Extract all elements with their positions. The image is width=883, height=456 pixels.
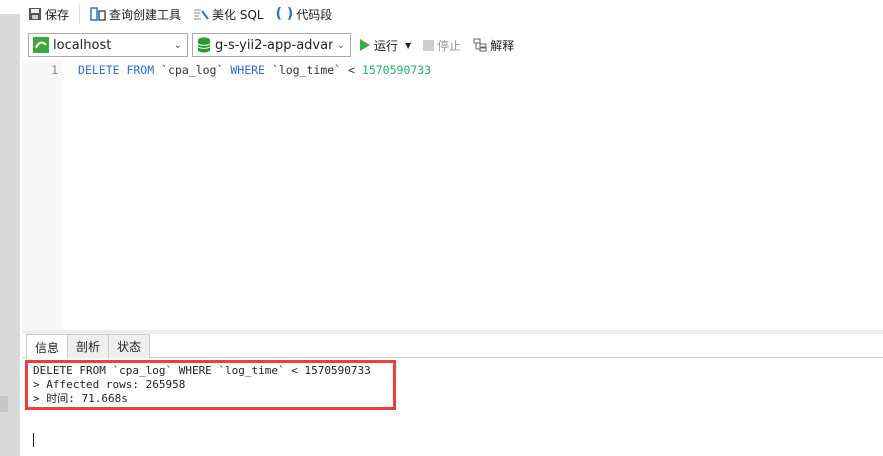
snippet-label: 代码段 (296, 7, 333, 22)
chevron-down-icon: ⌄ (173, 39, 182, 51)
sql-editor[interactable]: 1 DELETE FROM `cpa_log` WHERE `log_time`… (22, 60, 883, 330)
tab-baseline (22, 357, 883, 358)
run-label: 运行 (374, 38, 399, 53)
stop-button[interactable]: 停止 (419, 33, 465, 57)
explain-label: 解释 (490, 38, 515, 53)
query-builder-icon (90, 7, 106, 21)
snippet-button[interactable]: ( ) 代码段 (272, 2, 337, 26)
line-number: 1 (51, 63, 58, 77)
sql-keyword: WHERE (230, 63, 265, 77)
parentheses-icon: ( ) (275, 6, 294, 22)
database-value: g-s-yii2-app-advanc (215, 37, 333, 53)
chevron-down-icon: ⌄ (336, 39, 345, 51)
query-toolbar: localhost ⌄ g-s-yii2-app-advanc ⌄ 运行 ▼ 停… (28, 32, 518, 58)
pane-splitter[interactable] (22, 330, 883, 334)
output-time: > 时间: 71.668s (33, 392, 128, 405)
sql-keyword: DELETE FROM (78, 63, 155, 77)
left-panel-scroll-handle[interactable] (0, 396, 8, 412)
run-button[interactable]: 运行 ▼ (355, 33, 415, 57)
main-toolbar: 保存 查询创建工具 美化 SQL ( ) 代码段 (24, 0, 336, 28)
result-tabs: 信息 剖析 状态 (26, 334, 151, 359)
save-button[interactable]: 保存 (24, 2, 73, 26)
play-icon (360, 39, 370, 51)
beautify-icon (194, 9, 209, 20)
mysql-connection-icon (33, 37, 49, 53)
save-label: 保存 (45, 7, 70, 22)
tab-message[interactable]: 信息 (26, 334, 69, 359)
text-cursor (33, 433, 34, 447)
query-builder-label: 查询创建工具 (109, 7, 182, 22)
sql-number: 1570590733 (361, 63, 432, 77)
output-query-line: DELETE FROM `cpa_log` WHERE `log_time` <… (33, 364, 371, 377)
tab-status[interactable]: 状态 (108, 334, 151, 358)
toolbar-divider (79, 4, 81, 24)
output-affected-rows: > Affected rows: 265958 (33, 378, 186, 391)
database-icon (197, 37, 211, 53)
beautify-label: 美化 SQL (212, 7, 264, 22)
database-select[interactable]: g-s-yii2-app-advanc ⌄ (192, 33, 351, 57)
sql-identifier: `log_time` < (264, 63, 362, 77)
sql-code-line[interactable]: DELETE FROM `cpa_log` WHERE `log_time` <… (78, 63, 431, 77)
explain-icon (473, 38, 487, 52)
message-output-highlight: DELETE FROM `cpa_log` WHERE `log_time` <… (25, 360, 396, 410)
sql-identifier: `cpa_log` (154, 63, 231, 77)
connection-select[interactable]: localhost ⌄ (28, 33, 188, 57)
beautify-sql-button[interactable]: 美化 SQL (189, 2, 268, 26)
run-dropdown-icon[interactable]: ▼ (405, 41, 411, 50)
query-builder-button[interactable]: 查询创建工具 (86, 2, 185, 26)
line-number-gutter: 1 (22, 60, 62, 330)
save-icon (29, 8, 41, 20)
tab-profile[interactable]: 剖析 (67, 334, 110, 358)
explain-button[interactable]: 解释 (469, 33, 518, 57)
stop-label: 停止 (437, 38, 462, 53)
left-panel-edge (0, 14, 20, 456)
stop-icon (423, 39, 435, 51)
connection-value: localhost (53, 37, 112, 53)
